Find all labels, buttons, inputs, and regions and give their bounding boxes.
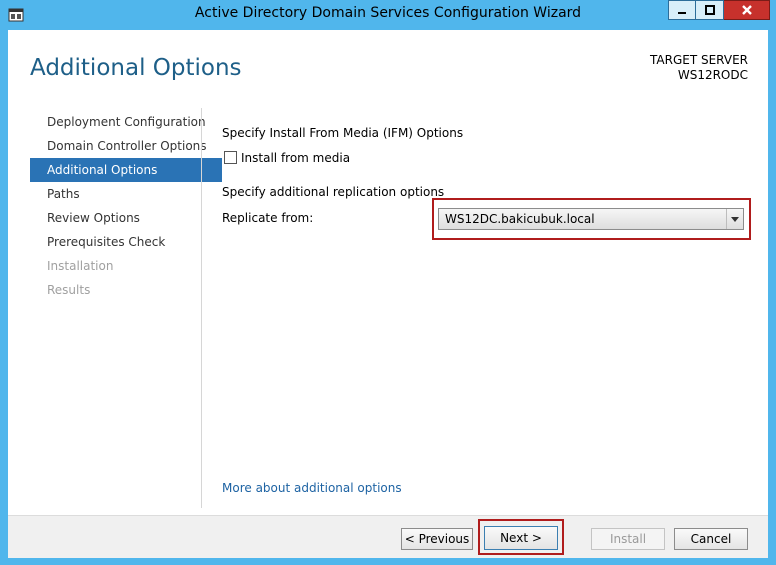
page-title: Additional Options <box>30 55 242 81</box>
previous-button[interactable]: < Previous <box>401 528 473 550</box>
wizard-nav: Deployment Configuration Domain Controll… <box>30 110 222 302</box>
wizard-footer: < Previous Next > Install Cancel <box>8 515 768 558</box>
wizard-client-area: Additional Options TARGET SERVER WS12ROD… <box>8 30 768 558</box>
chevron-down-icon <box>731 216 739 222</box>
close-icon <box>741 5 752 15</box>
nav-item-results: Results <box>47 283 91 297</box>
maximize-icon <box>704 5 715 15</box>
replicate-from-dropdown[interactable]: WS12DC.bakicubuk.local <box>438 208 744 230</box>
next-button[interactable]: Next > <box>484 526 558 550</box>
target-server-block: TARGET SERVER WS12RODC <box>650 53 748 83</box>
more-about-options-link[interactable]: More about additional options <box>222 481 402 495</box>
nav-item-review-options[interactable]: Review Options <box>30 206 222 230</box>
cancel-button[interactable]: Cancel <box>674 528 748 550</box>
install-from-media-label[interactable]: Install from media <box>241 151 350 165</box>
nav-item-additional-options[interactable]: Additional Options <box>30 158 222 182</box>
replication-heading: Specify additional replication options <box>222 185 445 199</box>
nav-divider <box>201 108 202 508</box>
nav-item-installation: Installation <box>47 259 114 273</box>
maximize-button[interactable] <box>696 0 724 20</box>
install-button: Install <box>591 528 665 550</box>
nav-item-paths[interactable]: Paths <box>30 182 222 206</box>
nav-item-domain-controller-options[interactable]: Domain Controller Options <box>30 134 222 158</box>
window-title: Active Directory Domain Services Configu… <box>194 5 582 21</box>
dropdown-button[interactable] <box>726 209 743 229</box>
nav-item-prerequisites-check[interactable]: Prerequisites Check <box>30 230 222 254</box>
title-bar[interactable]: Active Directory Domain Services Configu… <box>0 0 776 30</box>
target-server-name: WS12RODC <box>677 68 748 82</box>
nav-item-deployment-configuration[interactable]: Deployment Configuration <box>30 110 222 134</box>
install-from-media-checkbox[interactable] <box>224 151 237 164</box>
replicate-from-label: Replicate from: <box>222 211 314 225</box>
replicate-from-value: WS12DC.bakicubuk.local <box>445 212 595 226</box>
minimize-button[interactable] <box>668 0 696 20</box>
target-server-label: TARGET SERVER <box>650 53 748 67</box>
wizard-window: Active Directory Domain Services Configu… <box>0 0 776 565</box>
close-button[interactable] <box>724 0 770 20</box>
minimize-icon <box>678 12 686 14</box>
ifm-heading: Specify Install From Media (IFM) Options <box>222 126 464 140</box>
